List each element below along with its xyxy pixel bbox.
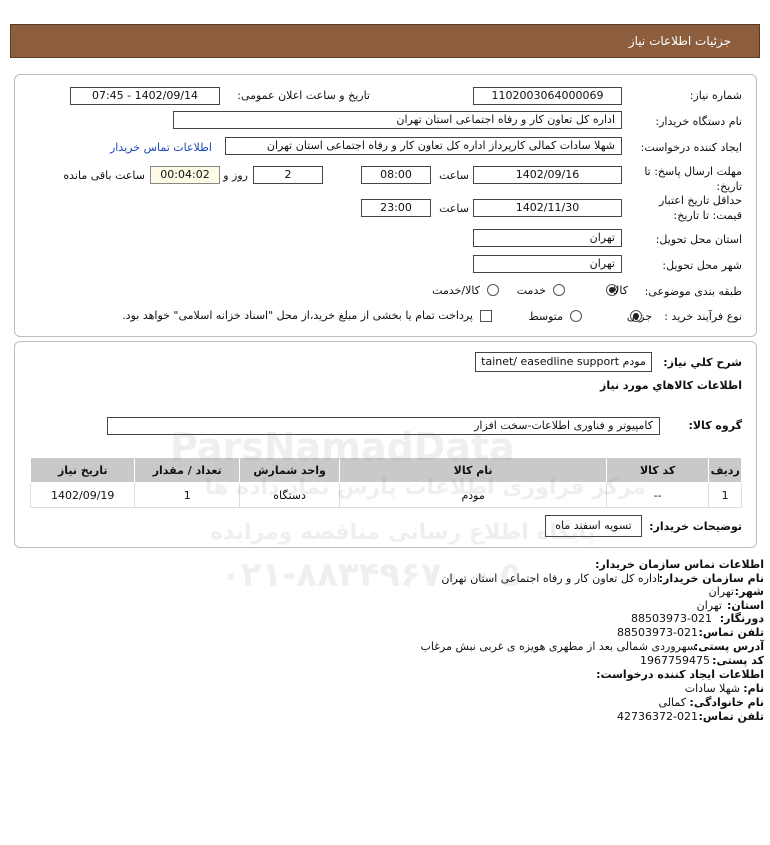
creator-family-value: کمالی (658, 696, 686, 709)
deadline-label-line1: مهلت ارسال پاسخ: تا (644, 165, 742, 178)
process-radio-medium[interactable] (570, 310, 582, 322)
buyer-contact-link[interactable]: اطلاعات تماس خریدار (110, 141, 212, 154)
city-label: شهر محل تحویل: (662, 259, 742, 272)
process-option-medium: متوسط (528, 310, 563, 323)
col-code: کد کالا (605, 457, 710, 483)
validity-label-line2: قیمت: تا تاریخ: (673, 209, 742, 222)
buyer-notes-field[interactable]: تسویه اسفند ماه (545, 515, 642, 537)
contact-org-value: اداره کل تعاون کار و رفاه اجتماعی استان … (441, 572, 660, 585)
creator-name-value: شهلا سادات (684, 682, 740, 695)
creator-phone-value: 42736372-021 (617, 710, 698, 723)
category-option-service: خدمت (516, 284, 546, 297)
contact-org-label: نام سازمان خریدار: (658, 572, 764, 585)
cell-qty: 1 (134, 482, 240, 508)
contact-postal-value: 1967759475 (640, 654, 710, 667)
buyer-org-field[interactable]: اداره کل تعاون کار و رفاه اجتماعی استان … (173, 111, 622, 129)
cell-code: -- (605, 482, 710, 508)
contact-address-label: آدرس پستی: (693, 640, 764, 653)
deadline-time-label: ساعت (439, 169, 469, 182)
announce-datetime-field[interactable]: 1402/09/14 - 07:45 (70, 87, 220, 105)
contact-city-value: تهران (708, 585, 734, 598)
contact-phone-value: 88503973-021 (617, 626, 698, 639)
deadline-label-line2: تاریخ: (716, 180, 742, 193)
validity-time-label: ساعت (439, 202, 469, 215)
creator-label: ایجاد کننده درخواست: (640, 141, 742, 154)
treasury-payment-checkbox[interactable] (480, 310, 492, 322)
cell-unit: دستگاه (238, 482, 341, 508)
goods-table: رديف کد کالا نام کالا واحد شمارش تعداد /… (29, 457, 742, 508)
announce-label: تاریخ و ساعت اعلان عمومی: (237, 89, 370, 102)
cell-date: 1402/09/19 (29, 482, 136, 508)
col-row: رديف (708, 457, 742, 483)
contact-fax-label: دورنگار: (719, 612, 764, 625)
page-title: جزئیات اطلاعات نیاز (628, 34, 731, 48)
cell-name: مودم (339, 482, 607, 508)
deadline-time-field[interactable]: 08:00 (361, 166, 431, 184)
remaining-label: ساعت باقی مانده (63, 169, 145, 182)
validity-label-line1: حداقل تاریخ اعتبار (658, 194, 742, 207)
page-title-bar: جزئیات اطلاعات نیاز (10, 24, 760, 58)
process-label: نوع فرآیند خرید : (664, 310, 742, 323)
col-unit: واحد شمارش (238, 457, 341, 483)
category-radio-service[interactable] (553, 284, 565, 296)
table-row[interactable]: 1 -- مودم دستگاه 1 1402/09/19 (29, 482, 742, 508)
treasury-payment-text: پرداخت تمام یا بخشی از مبلغ خرید،از محل … (122, 309, 473, 322)
contact-fax-value: 88503973-021 (631, 612, 712, 625)
category-label: طبقه بندی موضوعی: (644, 285, 742, 298)
validity-date-field[interactable]: 1402/11/30 (473, 199, 622, 217)
creator-name-label: نام: (743, 682, 764, 695)
buyer-notes-label: توضیحات خریدار: (649, 520, 742, 533)
process-option-minor: جزیی (626, 310, 652, 323)
goods-panel (14, 341, 757, 548)
contact-phone-label: تلفن تماس: (698, 626, 764, 639)
col-date: تاریخ نیاز (29, 457, 136, 483)
countdown-timer: 00:04:02 (150, 166, 220, 184)
creator-field[interactable]: شهلا سادات کمالی کارپرداز اداره کل تعاون… (225, 137, 622, 155)
creator-info-title: اطلاعات ایجاد کننده درخواست: (596, 668, 764, 681)
contact-province-label: استان: (727, 599, 764, 612)
need-number-label: شماره نیاز: (689, 89, 742, 102)
goods-group-field[interactable]: کامپیوتر و فناوری اطلاعات-سخت افزار (107, 417, 660, 435)
goods-info-title: اطلاعات کالاهاي مورد نياز (600, 379, 742, 392)
category-option-goods: کالا (613, 284, 628, 297)
buyer-org-label: نام دستگاه خریدار: (655, 115, 742, 128)
contact-postal-label: کد پستی: (712, 654, 764, 667)
summary-label: شرح کلي نياز: (663, 356, 742, 369)
category-radio-goods-service[interactable] (487, 284, 499, 296)
contact-province-value: تهران (696, 599, 722, 612)
goods-table-header: رديف کد کالا نام کالا واحد شمارش تعداد /… (29, 457, 742, 483)
province-label: استان محل تحویل: (655, 233, 742, 246)
summary-field[interactable]: مودم tainet/ easedline support (475, 352, 652, 372)
creator-family-label: نام خانوادگی: (689, 696, 764, 709)
cell-row: 1 (708, 482, 742, 508)
need-number-field[interactable]: 1102003064000069 (473, 87, 622, 105)
creator-phone-label: تلفن تماس: (698, 710, 764, 723)
col-name: نام کالا (339, 457, 607, 483)
city-field[interactable]: تهران (473, 255, 622, 273)
deadline-date-field[interactable]: 1402/09/16 (473, 166, 622, 184)
col-qty: تعداد / مقدار (134, 457, 240, 483)
goods-group-label: گروه کالا: (688, 419, 742, 432)
days-label: روز و (223, 169, 248, 182)
category-option-goods-service: کالا/خدمت (432, 284, 480, 297)
validity-time-field[interactable]: 23:00 (361, 199, 431, 217)
contact-address-value: سهروردی شمالی بعد از مطهری هویزه ی غربی … (420, 640, 696, 653)
contact-title: اطلاعات تماس سازمان خریدار: (595, 558, 764, 571)
contact-city-label: شهر: (734, 585, 764, 598)
province-field[interactable]: تهران (473, 229, 622, 247)
days-remaining-field[interactable]: 2 (253, 166, 323, 184)
